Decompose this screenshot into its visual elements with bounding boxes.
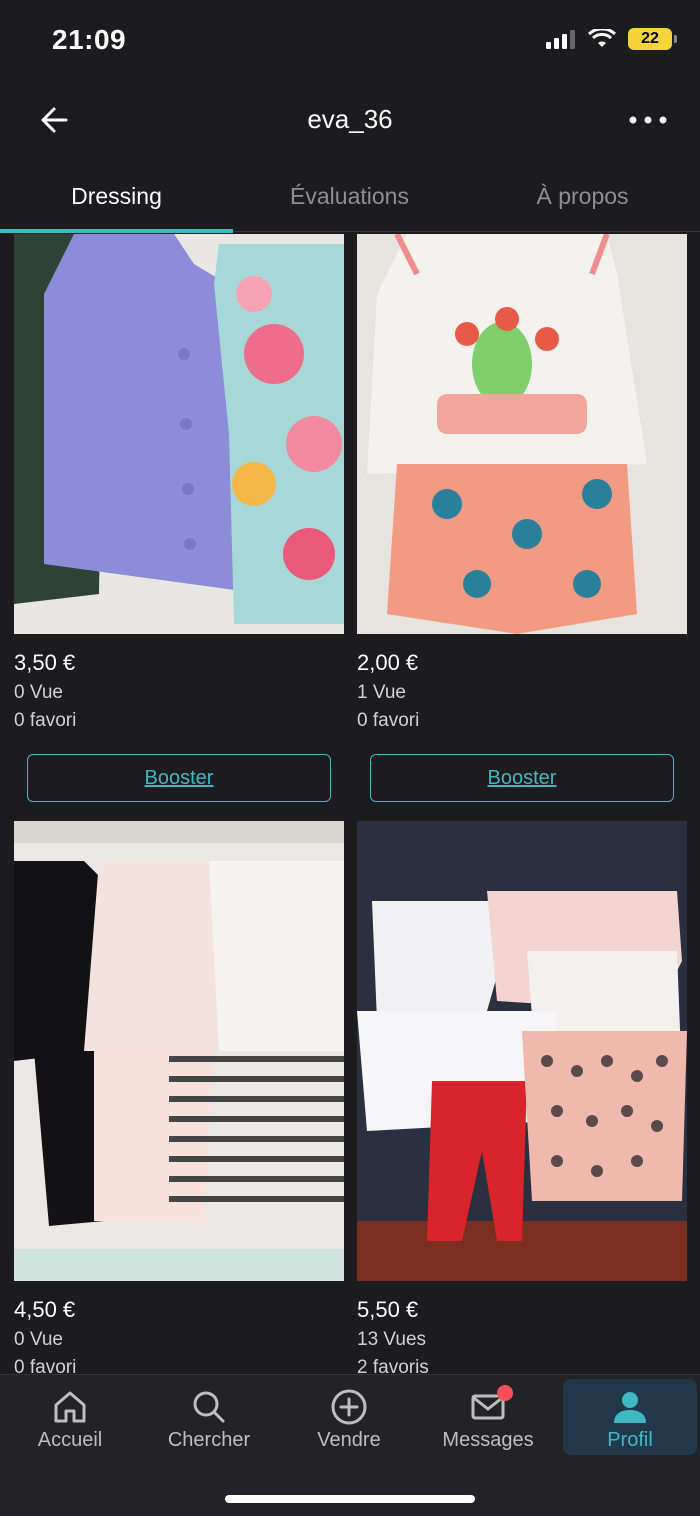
tab-about[interactable]: À propos — [466, 160, 699, 230]
profile-tabs: Dressing Évaluations À propos — [0, 160, 700, 234]
notification-badge — [497, 1385, 513, 1401]
battery-level: 22 — [641, 30, 659, 47]
item-photo[interactable] — [357, 234, 687, 634]
item-views: 0 Vue — [14, 1329, 63, 1350]
tab-dressing[interactable]: Dressing — [0, 160, 233, 230]
item-photo[interactable] — [14, 821, 344, 1281]
item-photo[interactable] — [14, 234, 344, 634]
item-card[interactable]: 3,50 € 0 Vue 0 favori Booster — [14, 234, 344, 802]
item-views: 0 Vue — [14, 682, 63, 703]
wifi-icon — [588, 29, 616, 47]
item-favorites: 0 favori — [14, 1357, 77, 1374]
nav-profile-label: Profil — [607, 1429, 653, 1451]
item-favorites: 0 favori — [14, 710, 77, 731]
item-card[interactable]: 5,50 € 13 Vues 2 favoris — [357, 821, 687, 1374]
signal-icon — [546, 30, 575, 49]
item-card[interactable]: 2,00 € 1 Vue 0 favori Booster — [357, 234, 687, 802]
item-card[interactable]: 4,50 € 0 Vue 0 favori — [14, 821, 344, 1374]
nav-profile[interactable]: Profil — [563, 1379, 697, 1455]
nav-sell-label: Vendre — [317, 1429, 381, 1451]
nav-home[interactable]: Accueil — [3, 1379, 137, 1455]
bottom-nav: Accueil Chercher Vendre Messages Profil — [0, 1374, 700, 1516]
nav-messages-label: Messages — [442, 1429, 534, 1451]
home-icon — [54, 1391, 86, 1423]
booster-button[interactable]: Booster — [27, 754, 331, 802]
item-views: 13 Vues — [357, 1329, 427, 1350]
item-price: 3,50 € — [14, 650, 76, 675]
profile-username: eva_36 — [307, 104, 393, 134]
tab-evaluations[interactable]: Évaluations — [233, 160, 466, 230]
plus-circle-icon — [331, 1389, 367, 1425]
booster-button[interactable]: Booster — [370, 754, 674, 802]
item-price: 2,00 € — [357, 650, 419, 675]
item-grid: 3,50 € 0 Vue 0 favori Booster 2,00 € 1 V… — [0, 234, 700, 1374]
item-favorites: 0 favori — [357, 710, 420, 731]
nav-search-label: Chercher — [167, 1429, 251, 1451]
battery-icon: 22 — [628, 28, 677, 50]
nav-home-label: Accueil — [37, 1429, 103, 1451]
nav-sell[interactable]: Vendre — [282, 1379, 416, 1455]
item-price: 4,50 € — [14, 1297, 76, 1322]
status-time: 21:09 — [52, 24, 127, 55]
header: eva_36 — [0, 84, 700, 154]
user-icon — [614, 1392, 646, 1423]
active-tab-indicator — [0, 229, 233, 233]
home-indicator — [225, 1495, 475, 1503]
more-options-icon[interactable] — [626, 100, 670, 140]
item-views: 1 Vue — [357, 682, 406, 703]
item-price: 5,50 € — [357, 1297, 419, 1322]
nav-messages[interactable]: Messages — [421, 1379, 555, 1455]
item-photo[interactable] — [357, 821, 687, 1281]
status-icons: 22 — [546, 28, 677, 50]
search-icon — [193, 1391, 225, 1423]
nav-search[interactable]: Chercher — [142, 1379, 276, 1455]
item-favorites: 2 favoris — [357, 1357, 429, 1374]
status-bar: 21:09 22 — [0, 0, 700, 84]
